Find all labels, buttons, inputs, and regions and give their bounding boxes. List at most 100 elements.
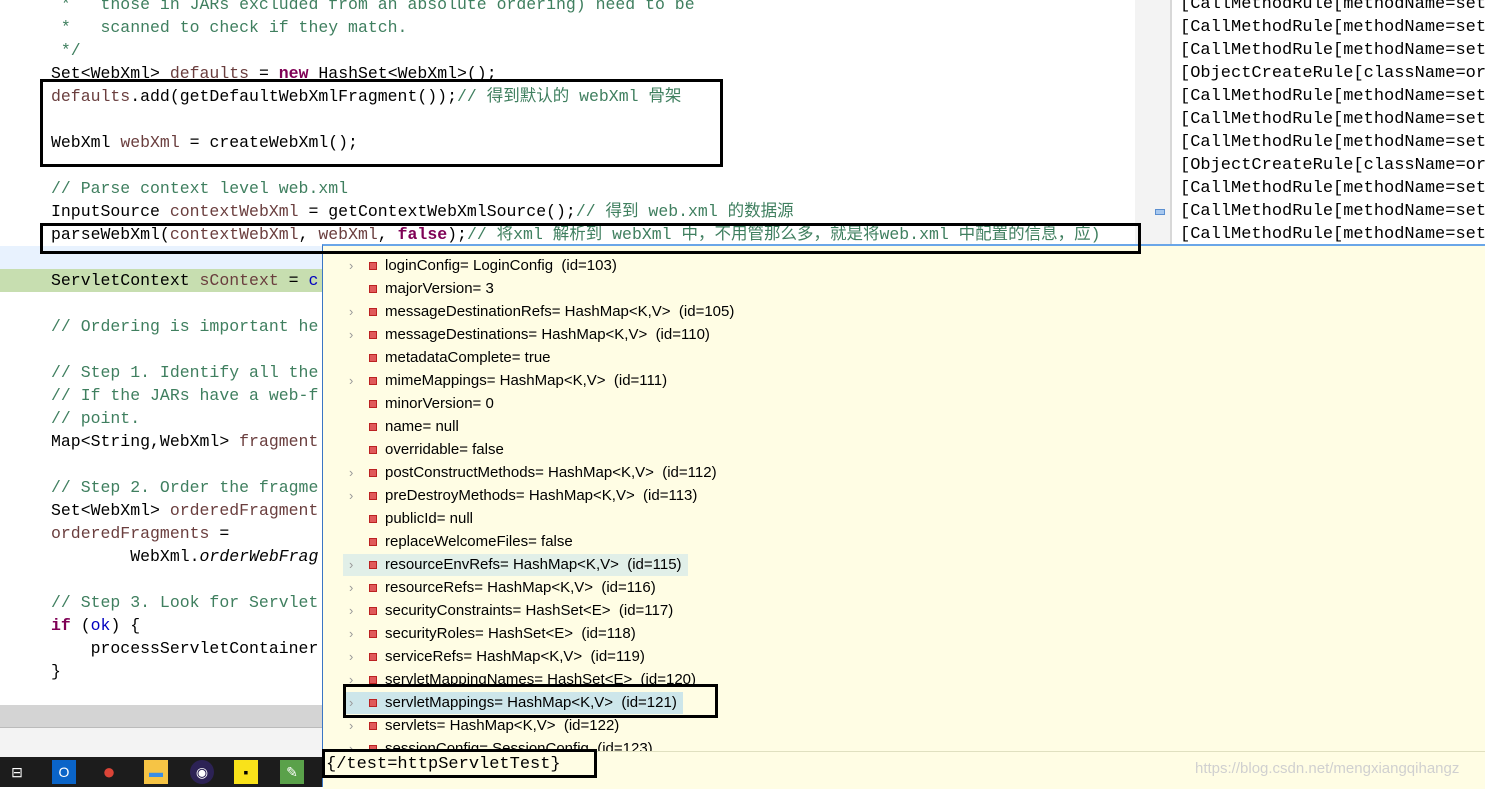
console-line: [CallMethodRule[methodName=setT (1180, 18, 1485, 37)
variable-row[interactable]: › mimeMappings= HashMap<K,V> (id=111) (343, 370, 673, 392)
code-line[interactable]: */ (0, 39, 1135, 62)
chevron-right-icon[interactable]: › (349, 646, 353, 668)
chevron-right-icon[interactable]: › (349, 623, 353, 645)
overview-ruler (1135, 0, 1172, 245)
ruler-marker[interactable] (1155, 209, 1165, 215)
console-line: [CallMethodRule[methodName=setM (1180, 87, 1485, 106)
variable-row[interactable]: minorVersion= 0 (343, 393, 500, 415)
eclipse-icon[interactable]: ◉ (190, 760, 214, 784)
field-icon (369, 469, 377, 477)
chevron-right-icon[interactable]: › (349, 554, 353, 576)
code-line[interactable]: WebXml webXml = createWebXml(); (0, 131, 1135, 154)
panel-area (0, 727, 322, 757)
code-token: defaults (169, 64, 250, 83)
variable-row[interactable]: › securityConstraints= HashSet<E> (id=117… (343, 600, 679, 622)
code-token: // Step 1. Identify all the (51, 363, 319, 382)
code-line[interactable]: InputSource contextWebXml = getContextWe… (0, 200, 1135, 223)
chevron-right-icon[interactable]: › (349, 669, 353, 691)
variable-row[interactable]: metadataComplete= true (343, 347, 557, 369)
field-icon (369, 676, 377, 684)
chevron-right-icon[interactable]: › (349, 577, 353, 599)
variable-row[interactable]: › postConstructMethods= HashMap<K,V> (id=… (343, 462, 723, 484)
code-token: ServletContext (51, 271, 200, 290)
variable-row[interactable]: › servletMappings= HashMap<K,V> (id=121) (343, 692, 683, 714)
variable-row[interactable]: publicId= null (343, 508, 479, 530)
variable-row[interactable]: › securityRoles= HashSet<E> (id=118) (343, 623, 642, 645)
chevron-right-icon[interactable]: › (349, 485, 353, 507)
code-token: if (51, 616, 71, 635)
console-line: [ObjectCreateRule[className=org (1180, 156, 1485, 175)
variable-inspect-popup[interactable]: › loginConfig= LoginConfig (id=103) majorV… (322, 244, 1485, 789)
variable-label: postConstructMethods= HashMap<K,V> (id=1… (385, 464, 717, 481)
code-token: Set<WebXml> (51, 501, 170, 520)
sticky-notes-icon[interactable]: ▪ (234, 760, 258, 784)
variable-row[interactable]: › resourceEnvRefs= HashMap<K,V> (id=115) (343, 554, 688, 576)
chevron-right-icon[interactable]: › (349, 600, 353, 622)
field-icon (369, 630, 377, 638)
console-line: [CallMethodRule[methodName=setV (1180, 41, 1485, 60)
chevron-right-icon[interactable]: › (349, 324, 353, 346)
variable-row[interactable]: › loginConfig= LoginConfig (id=103) (343, 255, 623, 277)
code-line[interactable]: * scanned to check if they match. (0, 16, 1135, 39)
code-token: fragment (239, 432, 319, 451)
chevron-right-icon[interactable]: › (349, 462, 353, 484)
chevron-right-icon[interactable]: › (349, 301, 353, 323)
variable-row[interactable]: › messageDestinations= HashMap<K,V> (id=1… (343, 324, 716, 346)
code-token: contextWebXml (169, 202, 299, 221)
variable-row[interactable]: › serviceRefs= HashMap<K,V> (id=119) (343, 646, 651, 668)
variable-row[interactable]: › servletMappingNames= HashSet<E> (id=120… (343, 669, 702, 691)
variable-label: securityRoles= HashSet<E> (id=118) (385, 625, 636, 642)
chevron-right-icon[interactable]: › (349, 255, 353, 277)
editor-status-bar (0, 705, 322, 727)
task-view-icon[interactable]: ⊟ (5, 760, 29, 784)
field-icon (369, 722, 377, 730)
chevron-right-icon[interactable]: › (349, 692, 353, 714)
variable-label: minorVersion= 0 (385, 395, 494, 412)
code-line[interactable]: parseWebXml(contextWebXml, webXml, false… (0, 223, 1135, 246)
code-token: // 得到默认的 webXml 骨架 (456, 87, 682, 106)
field-icon (369, 377, 377, 385)
console-output[interactable]: [CallMethodRule[methodName=setM [CallMeth… (1174, 0, 1485, 245)
field-icon (369, 515, 377, 523)
variable-row[interactable]: replaceWelcomeFiles= false (343, 531, 579, 553)
code-line[interactable]: // Parse context level web.xml (0, 177, 1135, 200)
code-token: c (308, 271, 319, 290)
code-token: sContext (199, 271, 279, 290)
field-icon (369, 331, 377, 339)
chevron-right-icon[interactable]: › (349, 715, 353, 737)
variable-label: servletMappings= HashMap<K,V> (id=121) (385, 694, 677, 711)
variable-label: resourceEnvRefs= HashMap<K,V> (id=115) (385, 556, 682, 573)
variable-row[interactable]: name= null (343, 416, 465, 438)
variable-row[interactable]: overridable= false (343, 439, 510, 461)
variable-row[interactable]: majorVersion= 3 (343, 278, 500, 300)
variable-row[interactable]: › messageDestinationRefs= HashMap<K,V> (i… (343, 301, 740, 323)
chevron-right-icon[interactable]: › (349, 370, 353, 392)
field-icon (369, 653, 377, 661)
code-line[interactable]: Set<WebXml> defaults = new HashSet<WebXm… (0, 62, 1135, 85)
file-explorer-icon[interactable]: ▬ (144, 760, 168, 784)
console-line: [CallMethodRule[methodName=setV (1180, 225, 1485, 244)
variable-label: publicId= null (385, 510, 473, 527)
variable-label: mimeMappings= HashMap<K,V> (id=111) (385, 372, 668, 389)
notepad-icon[interactable]: ✎ (280, 760, 304, 784)
watermark: https://blog.csdn.net/mengxiangqihangz (1195, 760, 1460, 777)
code-line[interactable]: * those in JARs excluded from an absolut… (0, 0, 1135, 16)
code-token: contextWebXml (169, 225, 299, 244)
code-token: // Ordering is important he (51, 317, 319, 336)
variable-row[interactable]: › resourceRefs= HashMap<K,V> (id=116) (343, 577, 662, 599)
variable-label: name= null (385, 418, 459, 435)
console-line: [CallMethodRule[methodName=setV (1180, 133, 1485, 152)
code-token: InputSource (51, 202, 170, 221)
variable-row[interactable]: › servlets= HashMap<K,V> (id=122) (343, 715, 625, 737)
code-token: orderedFragment (169, 501, 319, 520)
variable-row[interactable]: › preDestroyMethods= HashMap<K,V> (id=113… (343, 485, 703, 507)
console-line: [ObjectCreateRule[className=org (1180, 64, 1485, 83)
console-line: [CallMethodRule[methodName=setT (1180, 202, 1485, 221)
chrome-icon[interactable]: ● (97, 759, 121, 784)
code-token: * scanned to check if they match. (51, 18, 408, 37)
code-line[interactable]: defaults.add(getDefaultWebXmlFragment())… (0, 85, 1135, 108)
outlook-icon[interactable]: O (52, 760, 76, 784)
code-line[interactable] (0, 154, 1135, 177)
code-token: , (298, 225, 319, 244)
code-line[interactable] (0, 108, 1135, 131)
